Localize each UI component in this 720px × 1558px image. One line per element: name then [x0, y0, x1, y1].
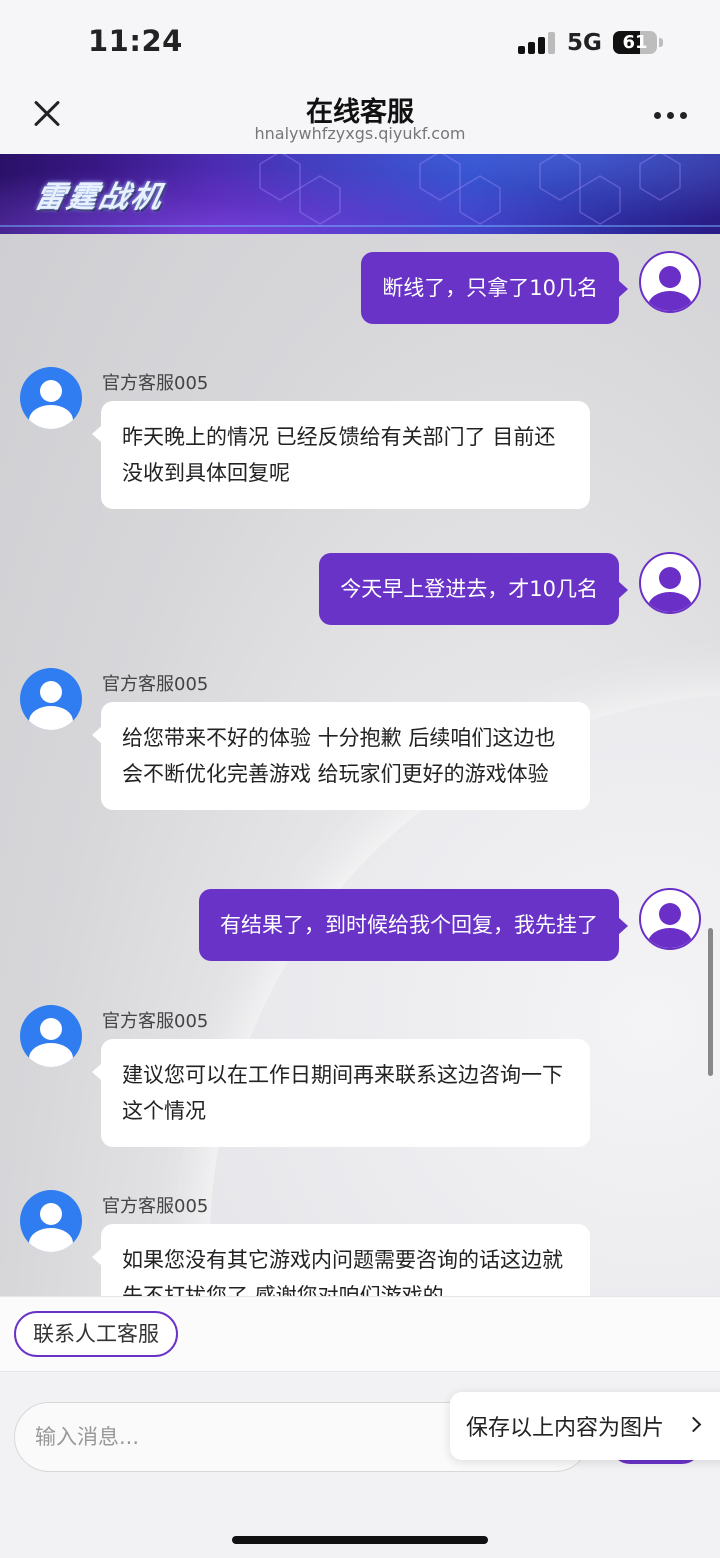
sender-name: 官方客服005 [102, 674, 209, 695]
user-avatar [639, 251, 701, 313]
user-avatar [639, 552, 701, 614]
message-bubble-user: 今天早上登进去，才10几名 [319, 553, 628, 625]
chat-area[interactable]: 断线了，只拿了10几名 官方客服005 昨天晚上的情况 已经反馈给有关部门了 目… [0, 234, 720, 1296]
home-indicator[interactable] [232, 1536, 488, 1544]
message-bubble-agent: 给您带来不好的体验 十分抱歉 后续咱们这边也会不断优化完善游戏 给玩家们更好的游… [92, 702, 590, 810]
message-bubble-user: 有结果了，到时候给我个回复，我先挂了 [199, 889, 628, 961]
battery-tip [659, 38, 663, 47]
message-bubble-agent: 建议您可以在工作日期间再来联系这边咨询一下这个情况 [92, 1039, 590, 1147]
nav-bar: 在线客服 hnalywhfzyxgs.qiyukf.com [0, 82, 720, 154]
agent-avatar [20, 1005, 82, 1067]
page-url: hnalywhfzyxgs.qiyukf.com [254, 124, 466, 143]
message-bubble-user: 断线了，只拿了10几名 [361, 252, 628, 324]
sender-name: 官方客服005 [102, 1196, 209, 1217]
network-type: 5G [567, 30, 602, 56]
agent-avatar [20, 367, 82, 429]
agent-avatar [20, 668, 82, 730]
game-logo: 雷霆战机 [31, 180, 167, 215]
input-bar: 输入消息... 保存以上内容为图片 [0, 1372, 720, 1558]
chevron-right-icon [685, 1416, 702, 1433]
sender-name: 官方客服005 [102, 373, 209, 394]
quick-reply-bar: 联系人工客服 [0, 1296, 720, 1372]
more-icon[interactable] [654, 112, 690, 120]
sender-name: 官方客服005 [102, 1011, 209, 1032]
battery-level: 61 [622, 32, 648, 53]
save-as-image-label: 保存以上内容为图片 [466, 1416, 665, 1441]
status-time: 11:24 [88, 24, 183, 58]
battery-icon: 61 [613, 31, 657, 54]
contact-human-agent-button[interactable]: 联系人工客服 [14, 1311, 178, 1357]
message-bubble-agent: 昨天晚上的情况 已经反馈给有关部门了 目前还没收到具体回复呢 [92, 401, 590, 509]
user-avatar [639, 888, 701, 950]
scrollbar[interactable] [708, 928, 713, 1076]
status-bar: 11:24 5G 61 [0, 0, 720, 82]
message-bubble-agent: 如果您没有其它游戏内问题需要咨询的话这边就先不打扰您了 感谢您对咱们游戏的 [92, 1224, 590, 1296]
signal-icon [518, 32, 556, 54]
game-banner: 雷霆战机 [0, 154, 720, 234]
agent-avatar [20, 1190, 82, 1252]
save-as-image-button[interactable]: 保存以上内容为图片 [450, 1392, 720, 1460]
